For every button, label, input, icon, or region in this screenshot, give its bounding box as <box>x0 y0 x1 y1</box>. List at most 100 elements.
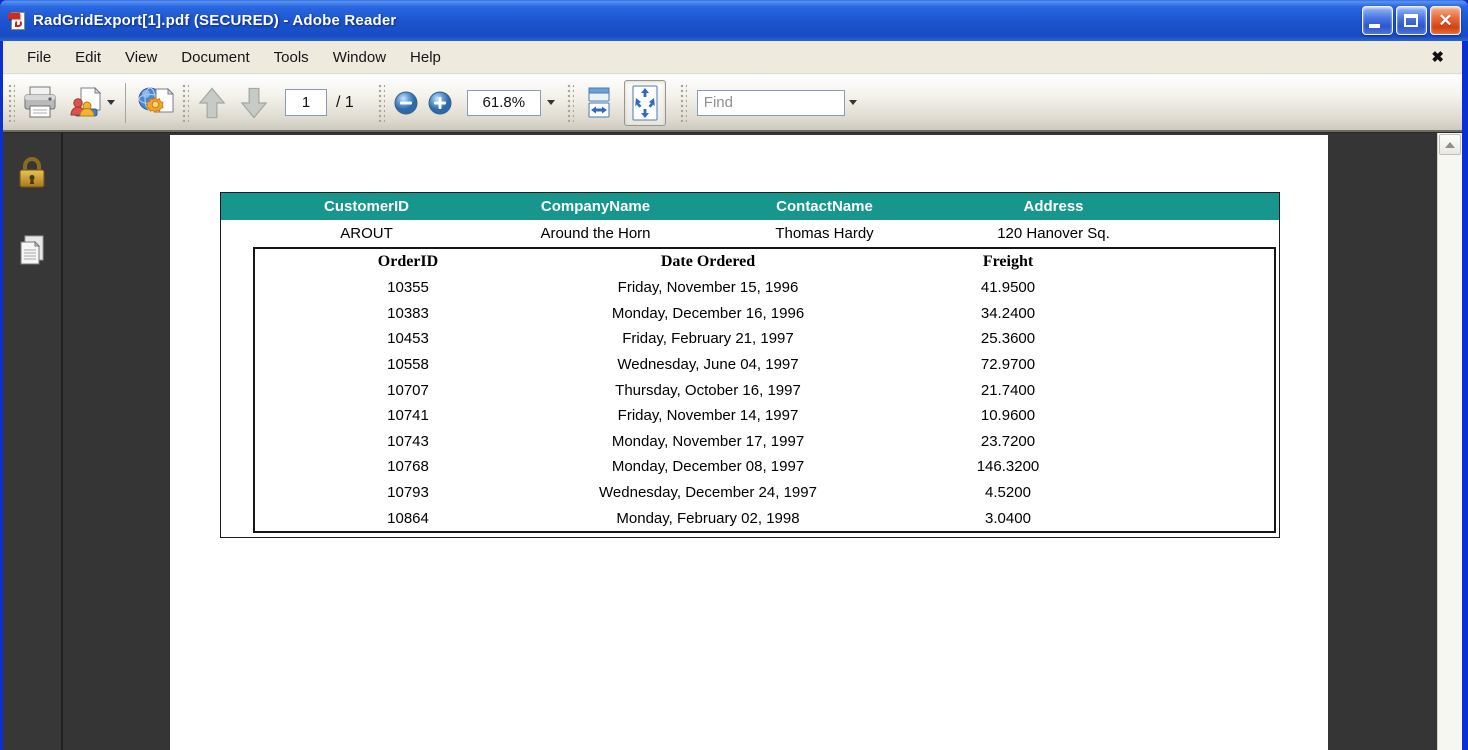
table-cell: 4.5200 <box>985 484 1031 502</box>
table-row: 10741 Friday, November 14, 1997 10.9600 <box>255 403 1274 429</box>
menu-view[interactable]: View <box>113 45 169 70</box>
table-cell: 10707 <box>387 381 429 399</box>
fit-width-button[interactable] <box>580 83 618 123</box>
table-cell: 120 Hanover Sq. <box>997 224 1110 242</box>
column-header: CompanyName <box>540 198 651 215</box>
table-cell: AROUT <box>340 224 393 242</box>
toolbar-grip[interactable] <box>566 83 574 122</box>
table-cell: Monday, November 17, 1997 <box>611 432 805 450</box>
collaborate-button[interactable] <box>63 82 119 124</box>
menu-document[interactable]: Document <box>169 45 261 70</box>
toolbar-grip[interactable] <box>679 83 687 122</box>
table-cell: 10743 <box>387 432 429 450</box>
table-cell: 10355 <box>387 279 429 297</box>
create-pdf-online-button[interactable] <box>132 81 180 125</box>
find-dropdown-button[interactable] <box>845 90 862 116</box>
minimize-button[interactable] <box>1362 6 1393 35</box>
toolbar-grip[interactable] <box>8 83 15 122</box>
table-cell: Monday, December 16, 1996 <box>611 304 805 322</box>
fit-width-icon <box>588 87 610 117</box>
table-cell: 10453 <box>387 330 429 348</box>
column-header: Date Ordered <box>660 253 756 270</box>
table-row: 10383 Monday, December 16, 1996 34.2400 <box>255 301 1274 327</box>
column-header: ContactName <box>776 198 873 215</box>
close-icon: ✕ <box>1438 10 1453 30</box>
zoom-in-icon <box>428 91 452 114</box>
table-cell: Friday, February 21, 1997 <box>622 330 794 348</box>
table-row: 10707 Thursday, October 16, 1997 21.7400 <box>255 377 1274 403</box>
table-row: 10793 Wednesday, December 24, 1997 4.520… <box>255 480 1274 506</box>
table-cell: Friday, November 15, 1996 <box>617 279 799 297</box>
zoom-out-button[interactable] <box>389 87 423 119</box>
fit-page-icon <box>632 85 658 120</box>
table-cell: Monday, December 08, 1997 <box>611 458 805 476</box>
window-frame: File Edit View Document Tools Window Hel… <box>0 41 1468 750</box>
table-cell: 21.7400 <box>980 381 1036 399</box>
menu-tools[interactable]: Tools <box>262 45 321 70</box>
table-cell: 10793 <box>387 484 429 502</box>
customer-table-row: AROUT Around the Horn Thomas Hardy 120 H… <box>221 220 1279 246</box>
table-cell: 10864 <box>387 509 429 527</box>
previous-page-button[interactable] <box>191 83 233 123</box>
zoom-in-button[interactable] <box>423 87 457 119</box>
table-cell: 146.3200 <box>976 458 1040 476</box>
print-button[interactable] <box>17 82 63 124</box>
menu-edit[interactable]: Edit <box>63 45 113 70</box>
toolbar-grip[interactable] <box>182 83 189 122</box>
toolbar: / 1 61.8% <box>3 74 1462 132</box>
scroll-up-button[interactable] <box>1439 134 1461 155</box>
menu-help[interactable]: Help <box>398 45 453 70</box>
lock-icon <box>19 157 45 188</box>
table-cell: 10558 <box>387 356 429 374</box>
page-total-label: / 1 <box>336 93 354 111</box>
maximize-button[interactable] <box>1396 6 1427 35</box>
table-cell: Thursday, October 16, 1997 <box>615 381 801 399</box>
menu-file[interactable]: File <box>15 45 63 70</box>
vertical-scrollbar[interactable] <box>1437 133 1462 750</box>
pages-panel-button[interactable] <box>10 231 54 271</box>
menu-window[interactable]: Window <box>321 45 398 70</box>
close-button[interactable]: ✕ <box>1430 6 1461 35</box>
zoom-level-combobox[interactable]: 61.8% <box>466 89 541 116</box>
toolbar-grip[interactable] <box>377 83 385 122</box>
zoom-dropdown-icon[interactable] <box>546 100 555 105</box>
zoom-level-value: 61.8% <box>482 94 526 111</box>
orders-table-header-row: OrderID Date Ordered Freight <box>255 249 1274 275</box>
table-cell: Thomas Hardy <box>775 224 874 242</box>
table-cell: 10741 <box>387 407 429 425</box>
orders-table: OrderID Date Ordered Freight 10355 Frida… <box>253 247 1276 533</box>
collaborate-dropdown-icon <box>107 100 115 105</box>
menubar-close-icon[interactable]: ✖ <box>1423 46 1452 68</box>
table-row: 10743 Monday, November 17, 1997 23.7200 <box>255 429 1274 455</box>
table-cell: Wednesday, December 24, 1997 <box>599 484 817 502</box>
navigation-panel-strip <box>3 133 63 750</box>
column-header: Freight <box>982 253 1034 270</box>
chevron-up-icon <box>1445 141 1455 148</box>
table-cell: Friday, November 14, 1997 <box>617 407 799 425</box>
pdf-page: CustomerID CompanyName ContactName Addre… <box>170 135 1328 750</box>
fit-page-button[interactable] <box>623 79 666 126</box>
table-cell: 34.2400 <box>980 304 1036 322</box>
security-panel-button[interactable] <box>10 153 54 193</box>
collaborate-share-icon <box>70 86 102 116</box>
zoom-out-icon <box>394 91 418 114</box>
table-row: 10355 Friday, November 15, 1996 41.9500 <box>255 275 1274 301</box>
table-cell: 10383 <box>387 304 429 322</box>
document-area: CustomerID CompanyName ContactName Addre… <box>3 132 1462 750</box>
table-cell: Wednesday, June 04, 1997 <box>617 356 799 374</box>
pages-icon <box>20 235 44 265</box>
customer-table-header-row: CustomerID CompanyName ContactName Addre… <box>221 193 1279 220</box>
adobe-reader-window: RadGridExport[1].pdf (SECURED) - Adobe R… <box>0 0 1468 750</box>
page-number-input[interactable] <box>285 89 327 116</box>
next-page-button[interactable] <box>233 83 275 123</box>
find-dropdown-icon <box>849 100 858 105</box>
find-input[interactable] <box>696 89 845 116</box>
globe-document-icon <box>138 87 175 113</box>
maximize-icon <box>1404 14 1418 27</box>
table-row: 10864 Monday, February 02, 1998 3.0400 <box>255 505 1274 531</box>
pdf-file-icon <box>8 10 27 32</box>
table-row: 10558 Wednesday, June 04, 1997 72.9700 <box>255 352 1274 378</box>
table-cell: 10768 <box>387 458 429 476</box>
table-cell: 25.3600 <box>980 330 1036 348</box>
page-canvas: CustomerID CompanyName ContactName Addre… <box>63 133 1437 750</box>
